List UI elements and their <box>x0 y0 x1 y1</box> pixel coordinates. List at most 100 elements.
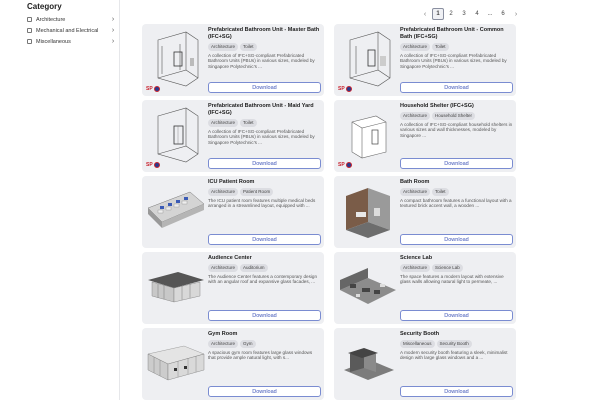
page-button-1[interactable]: 1 <box>432 8 444 20</box>
sp-logo-text: SP <box>146 86 153 92</box>
tag[interactable]: Auditorium <box>240 263 268 272</box>
bathroom-unit-thumbnail[interactable]: SP <box>144 102 206 170</box>
tag[interactable]: Science Lab <box>432 263 463 272</box>
prev-page-button[interactable]: ‹ <box>419 8 431 20</box>
card-info: Science Lab Architecture Science Lab The… <box>400 255 513 321</box>
tag[interactable]: Patient Room <box>240 187 274 196</box>
download-button[interactable]: Download <box>400 82 513 93</box>
card-title[interactable]: Bath Room <box>400 179 513 186</box>
category-sidebar: Category Architecture › Mechanical and E… <box>0 0 120 400</box>
gym-room-thumbnail[interactable] <box>144 330 206 398</box>
model-card[interactable]: SP Prefabricated Bathroom Unit - Common … <box>334 24 516 96</box>
tag[interactable]: Toilet <box>240 118 257 127</box>
chevron-right-icon[interactable]: › <box>107 38 119 45</box>
card-description: A collection of IFC+SG-compliant househo… <box>400 121 513 138</box>
sp-logo: SP <box>338 162 352 168</box>
logo-emblem-icon <box>345 162 352 168</box>
tag[interactable]: Architecture <box>400 42 431 51</box>
tag[interactable]: Architecture <box>208 263 239 272</box>
tag[interactable]: Architecture <box>400 187 431 196</box>
download-button[interactable]: Download <box>208 82 321 93</box>
card-title[interactable]: Security Booth <box>400 331 513 338</box>
tag[interactable]: Toilet <box>432 42 449 51</box>
sp-logo-text: SP <box>146 162 153 168</box>
card-description: A spacious gym room features large glass… <box>208 349 313 361</box>
page-button-6[interactable]: 6 <box>497 8 509 20</box>
bathroom-unit-thumbnail[interactable]: SP <box>144 26 206 94</box>
category-mechanical-electrical[interactable]: Mechanical and Electrical › <box>27 25 119 36</box>
model-card[interactable]: Audience Center Architecture Auditorium … <box>142 252 324 324</box>
card-title[interactable]: Audience Center <box>208 255 321 262</box>
download-button[interactable]: Download <box>400 158 513 169</box>
card-info: Prefabricated Bathroom Unit - Master Bat… <box>208 27 321 93</box>
tag[interactable]: Security Booth <box>436 339 472 348</box>
card-title[interactable]: Prefabricated Bathroom Unit - Master Bat… <box>208 27 321 41</box>
model-card[interactable]: SP Prefabricated Bathroom Unit - Maid Ya… <box>142 100 324 172</box>
page-button-4[interactable]: 4 <box>471 8 483 20</box>
card-title[interactable]: Prefabricated Bathroom Unit - Common Bat… <box>400 27 513 41</box>
model-card[interactable]: Security Booth Miscellaneous Security Bo… <box>334 328 516 400</box>
card-title[interactable]: Gym Room <box>208 331 321 338</box>
tag[interactable]: Gym <box>240 339 256 348</box>
chevron-right-icon[interactable]: › <box>107 27 119 34</box>
tag-list: Architecture Toilet <box>400 42 513 51</box>
card-title[interactable]: ICU Patient Room <box>208 179 321 186</box>
download-button[interactable]: Download <box>400 234 513 245</box>
model-card[interactable]: ICU Patient Room Architecture Patient Ro… <box>142 176 324 248</box>
icu-room-thumbnail[interactable] <box>144 178 206 246</box>
sp-logo: SP <box>146 162 160 168</box>
card-title[interactable]: Prefabricated Bathroom Unit - Maid Yard … <box>208 103 321 117</box>
card-title[interactable]: Science Lab <box>400 255 513 262</box>
security-booth-thumbnail[interactable] <box>336 330 398 398</box>
page-button-3[interactable]: 3 <box>458 8 470 20</box>
next-page-button[interactable]: › <box>510 8 522 20</box>
model-card[interactable]: SP Prefabricated Bathroom Unit - Master … <box>142 24 324 96</box>
sp-logo: SP <box>146 86 160 92</box>
logo-emblem-icon <box>153 162 160 168</box>
chevron-right-icon[interactable]: › <box>107 16 119 23</box>
bathroom-unit-thumbnail[interactable]: SP <box>336 26 398 94</box>
card-description: A collection of IFC+SG-compliant Prefabr… <box>400 52 507 69</box>
tag[interactable]: Architecture <box>400 111 431 120</box>
tag-list: Architecture Patient Room <box>208 187 321 196</box>
card-description: The space features a modern layout with … <box>400 273 504 285</box>
checkbox[interactable] <box>27 28 32 33</box>
model-card[interactable]: Science Lab Architecture Science Lab The… <box>334 252 516 324</box>
card-title[interactable]: Household Shelter (IFC+SG) <box>400 103 513 110</box>
category-title: Category <box>27 2 62 11</box>
logo-emblem-icon <box>345 86 352 92</box>
sp-logo-text: SP <box>338 162 345 168</box>
tag[interactable]: Architecture <box>208 42 239 51</box>
tag-list: Architecture Auditorium <box>208 263 321 272</box>
tag[interactable]: Architecture <box>208 187 239 196</box>
download-button[interactable]: Download <box>208 234 321 245</box>
shelter-thumbnail[interactable]: SP <box>336 102 398 170</box>
download-button[interactable]: Download <box>208 158 321 169</box>
bath-room-thumbnail[interactable] <box>336 178 398 246</box>
tag[interactable]: Household Shelter <box>432 111 476 120</box>
category-miscellaneous[interactable]: Miscellaneous › <box>27 36 119 47</box>
tag[interactable]: Toilet <box>432 187 449 196</box>
download-button[interactable]: Download <box>400 386 513 397</box>
tag[interactable]: Architecture <box>400 263 431 272</box>
card-description: A collection of IFC+SG-compliant Prefabr… <box>208 52 315 69</box>
download-button[interactable]: Download <box>208 310 321 321</box>
checkbox[interactable] <box>27 39 32 44</box>
science-lab-thumbnail[interactable] <box>336 254 398 322</box>
page-button-2[interactable]: 2 <box>445 8 457 20</box>
category-architecture[interactable]: Architecture › <box>27 14 119 25</box>
tag[interactable]: Architecture <box>208 118 239 127</box>
tag[interactable]: Toilet <box>240 42 257 51</box>
model-card[interactable]: SP Household Shelter (IFC+SG) Architectu… <box>334 100 516 172</box>
model-card[interactable]: Bath Room Architecture Toilet A compact … <box>334 176 516 248</box>
card-description: A modern security booth featuring a slee… <box>400 349 508 361</box>
download-button[interactable]: Download <box>208 386 321 397</box>
page-ellipsis: ... <box>487 11 493 17</box>
tag-list: Architecture Toilet <box>400 187 513 196</box>
tag[interactable]: Architecture <box>208 339 239 348</box>
model-card[interactable]: Gym Room Architecture Gym A spacious gym… <box>142 328 324 400</box>
tag[interactable]: Miscellaneous <box>400 339 435 348</box>
checkbox[interactable] <box>27 17 32 22</box>
download-button[interactable]: Download <box>400 310 513 321</box>
audience-center-thumbnail[interactable] <box>144 254 206 322</box>
